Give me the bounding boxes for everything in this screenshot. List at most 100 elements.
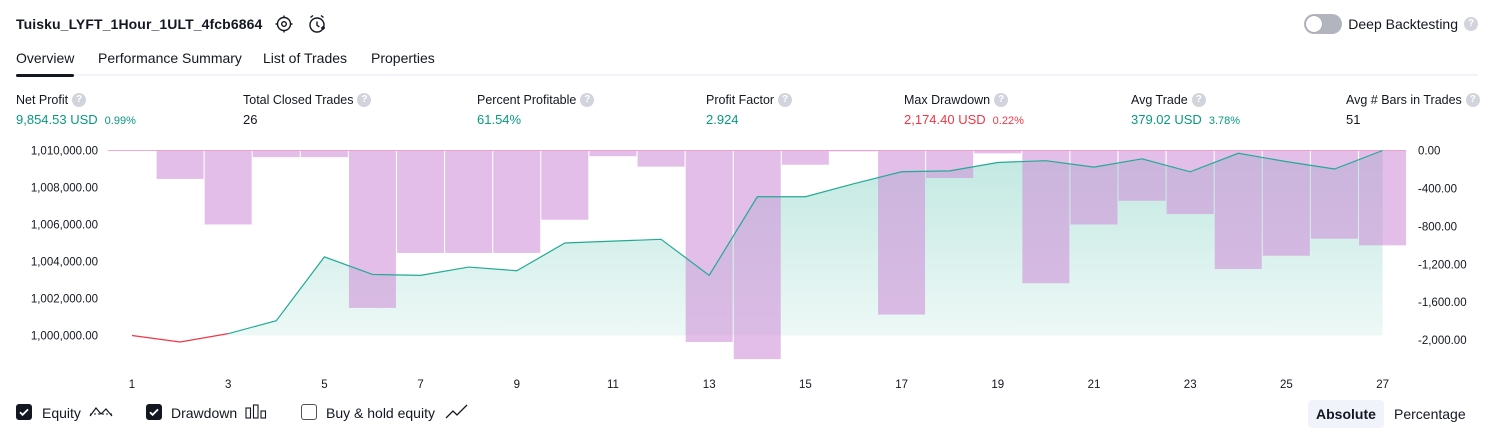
x-axis-tick-label: 25 xyxy=(1280,379,1293,391)
left-axis-tick-label: 1,004,000.00 xyxy=(31,257,98,269)
x-axis-tick-label: 27 xyxy=(1376,379,1389,391)
equity-loss-line xyxy=(131,333,229,343)
drawdown-bar xyxy=(685,150,733,343)
metric-percent-profitable: Percent Profitable? 61.54% xyxy=(477,92,595,127)
metric-label: Avg Trade xyxy=(1131,93,1188,107)
metric-percent: 0.99% xyxy=(104,115,136,127)
deep-backtesting-toggle[interactable] xyxy=(1304,14,1342,34)
metric-label: Total Closed Trades xyxy=(243,93,354,107)
tab-properties[interactable]: Properties xyxy=(371,50,435,66)
metric-total-closed-trades: Total Closed Trades? 26 xyxy=(243,92,372,127)
metric-value: 26 xyxy=(243,112,258,127)
metric-value: 61.54% xyxy=(477,112,522,127)
left-axis-tick-label: 1,006,000.00 xyxy=(31,220,98,232)
metric-value: 379.02 USD xyxy=(1131,112,1202,127)
left-axis-tick-label: 1,010,000.00 xyxy=(31,146,98,158)
x-axis-tick-label: 19 xyxy=(991,379,1004,391)
right-axis-tick-label: -1,200.00 xyxy=(1418,259,1467,271)
metric-label: Avg # Bars in Trades xyxy=(1346,93,1462,107)
drawdown-bar xyxy=(1214,150,1262,270)
x-axis-tick-label: 17 xyxy=(895,379,908,391)
help-icon[interactable]: ? xyxy=(72,92,87,107)
equity-line-icon xyxy=(89,403,113,424)
help-icon[interactable]: ? xyxy=(1191,92,1206,107)
help-icon[interactable]: ? xyxy=(778,92,793,107)
drawdown-bar xyxy=(878,150,926,315)
metric-percent: 3.78% xyxy=(1208,115,1241,127)
x-axis-tick-label: 15 xyxy=(799,379,812,391)
right-axis-tick-label: -2,000.00 xyxy=(1418,335,1467,347)
help-icon[interactable]: ? xyxy=(1464,17,1478,31)
strategy-title: Tuisku_LYFT_1Hour_1ULT_4fcb6864 xyxy=(16,16,263,32)
drawdown-bar xyxy=(733,150,781,360)
x-axis-tick-label: 23 xyxy=(1184,379,1197,391)
drawdown-bar xyxy=(348,150,396,308)
absolute-button[interactable]: Absolute xyxy=(1308,400,1384,428)
chart-legend: Equity Drawdown Buy & hold equity xyxy=(16,403,486,425)
deep-backtesting-label: Deep Backtesting xyxy=(1348,16,1458,32)
x-axis-tick-label: 1 xyxy=(129,379,135,391)
percentage-button[interactable]: Percentage xyxy=(1386,400,1474,428)
metric-value: 9,854.53 USD xyxy=(16,112,98,127)
drawdown-bar xyxy=(781,150,829,165)
drawdown-bar xyxy=(974,150,1022,154)
add-alert-clock-icon[interactable] xyxy=(305,12,329,36)
drawdown-bar xyxy=(541,150,589,220)
drawdown-bar xyxy=(493,150,541,253)
drawdown-bar xyxy=(1166,150,1214,215)
buy-hold-legend-label: Buy & hold equity xyxy=(326,405,435,421)
right-axis-tick-label: -1,600.00 xyxy=(1418,297,1467,309)
x-axis-tick-label: 5 xyxy=(321,379,327,391)
equity-drawdown-chart[interactable]: 1,010,000.00 1,008,000.00 1,006,000.00 1,00… xyxy=(0,138,1494,398)
right-axis-tick-label: -400.00 xyxy=(1418,183,1457,195)
drawdown-bar xyxy=(1070,150,1118,225)
x-axis-tick-label: 13 xyxy=(703,379,716,391)
metric-value: 2.924 xyxy=(706,112,739,127)
drawdown-bar xyxy=(926,150,974,178)
x-axis-tick-label: 11 xyxy=(607,379,619,391)
tab-list-of-trades[interactable]: List of Trades xyxy=(263,50,347,66)
drawdown-bar xyxy=(204,150,252,225)
left-axis-tick-label: 1,002,000.00 xyxy=(31,294,98,306)
help-icon[interactable]: ? xyxy=(580,92,595,107)
right-axis-tick-label: 0.00 xyxy=(1418,146,1440,158)
metric-value: 2,174.40 USD xyxy=(904,112,986,127)
help-icon[interactable]: ? xyxy=(357,92,372,107)
drawdown-bar xyxy=(1118,150,1166,201)
settings-gear-icon[interactable] xyxy=(272,12,296,36)
metric-value: 51 xyxy=(1346,112,1361,127)
equity-legend-label: Equity xyxy=(42,405,81,421)
drawdown-bar xyxy=(637,150,685,167)
metric-max-drawdown: Max Drawdown? 2,174.40 USD 0.22% xyxy=(904,92,1024,127)
buy-hold-equity-checkbox[interactable] xyxy=(301,404,317,420)
left-axis-tick-label: 1,000,000.00 xyxy=(31,331,98,343)
help-icon[interactable]: ? xyxy=(994,92,1009,107)
buy-hold-line-icon xyxy=(445,403,469,424)
metric-net-profit: Net Profit? 9,854.53 USD 0.99% xyxy=(16,92,136,127)
metric-label: Net Profit xyxy=(16,93,69,107)
help-icon[interactable]: ? xyxy=(1465,92,1480,107)
metric-label: Percent Profitable xyxy=(477,93,577,107)
drawdown-bar xyxy=(1310,150,1358,239)
x-axis-tick-label: 7 xyxy=(417,379,423,391)
drawdown-bar xyxy=(829,150,877,152)
drawdown-bar xyxy=(445,150,493,253)
metric-avg-trade: Avg Trade? 379.02 USD 3.78% xyxy=(1131,92,1241,127)
drawdown-bar xyxy=(156,150,204,179)
drawdown-bar xyxy=(252,150,300,158)
report-tabs: Overview Performance Summary List of Tra… xyxy=(16,46,1478,77)
x-axis-tick-label: 21 xyxy=(1088,379,1101,391)
equity-checkbox[interactable] xyxy=(16,404,32,420)
drawdown-checkbox[interactable] xyxy=(146,404,162,420)
metric-label: Profit Factor xyxy=(706,93,775,107)
tab-performance-summary[interactable]: Performance Summary xyxy=(98,50,242,66)
tab-overview[interactable]: Overview xyxy=(16,50,75,77)
metric-percent: 0.22% xyxy=(992,115,1024,127)
drawdown-bar xyxy=(1262,150,1310,256)
strategy-header: Tuisku_LYFT_1Hour_1ULT_4fcb6864 Deep Bac… xyxy=(16,10,1478,38)
drawdown-bar xyxy=(1359,150,1407,246)
drawdown-bar xyxy=(589,150,637,157)
right-axis-tick-label: -800.00 xyxy=(1418,221,1457,233)
x-axis-tick-label: 9 xyxy=(514,379,520,391)
drawdown-bar xyxy=(397,150,445,253)
